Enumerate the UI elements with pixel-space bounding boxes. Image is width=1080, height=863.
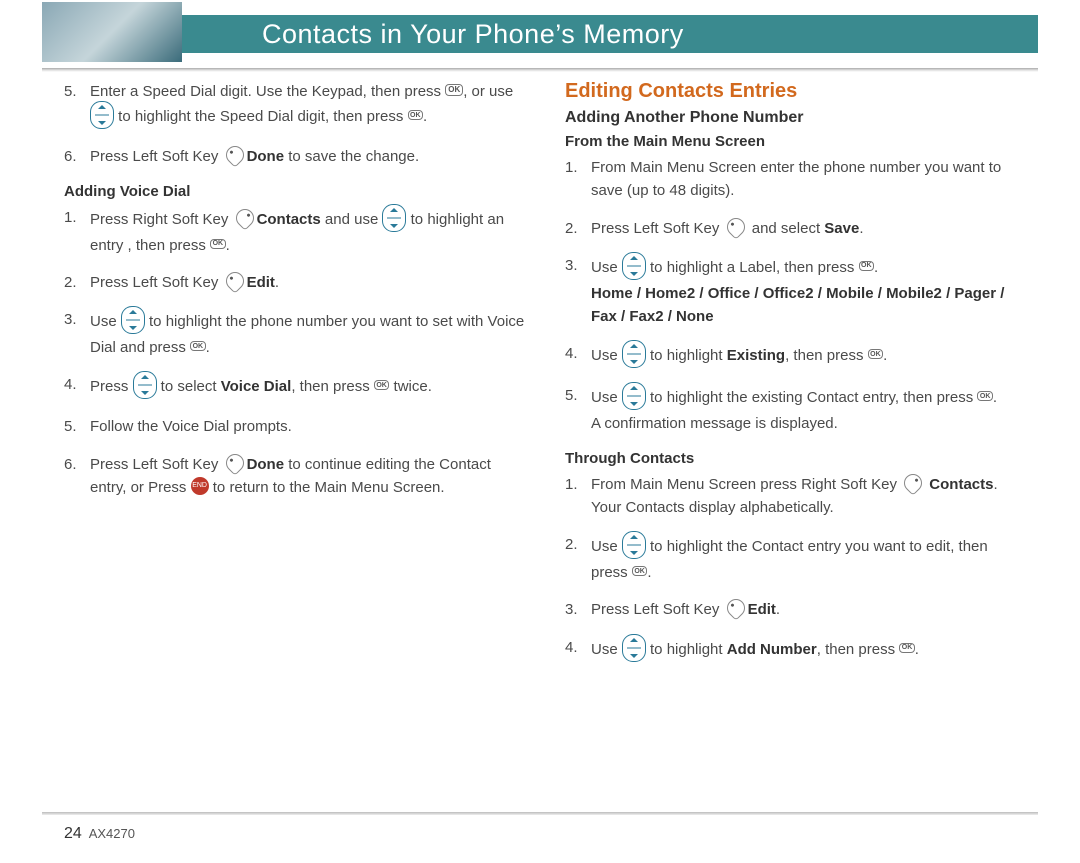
ok-icon: OK	[868, 349, 884, 359]
list-item: Use to highlight the existing Contact en…	[565, 384, 1028, 435]
from-main-steps: From Main Menu Screen enter the phone nu…	[565, 156, 1028, 436]
nav-icon	[622, 382, 646, 410]
heading-from-main: From the Main Menu Screen	[565, 133, 1028, 150]
heading-another: Adding Another Phone Number	[565, 109, 1028, 127]
ok-icon: OK	[859, 261, 875, 271]
speed-dial-steps: Enter a Speed Dial digit. Use the Keypad…	[64, 80, 527, 169]
nav-icon	[622, 340, 646, 368]
ok-icon: OK	[977, 391, 993, 401]
right-column: Editing Contacts Entries Adding Another …	[565, 80, 1028, 678]
page-title: Contacts in Your Phone’s Memory	[182, 15, 1038, 53]
left-softkey-icon	[723, 596, 748, 621]
list-item: Press to select Voice Dial, then press O…	[64, 373, 527, 401]
list-item: Press Left Soft Key Done to save the cha…	[64, 145, 527, 168]
heading-through-contacts: Through Contacts	[565, 450, 1028, 467]
list-item: From Main Menu Screen enter the phone nu…	[565, 156, 1028, 203]
nav-icon	[133, 371, 157, 399]
header-photo	[42, 2, 182, 62]
left-softkey-icon	[222, 268, 247, 293]
list-item: Use to highlight the phone number you wa…	[64, 308, 527, 359]
ok-icon: OK	[374, 380, 390, 390]
nav-icon	[622, 634, 646, 662]
heading-editing: Editing Contacts Entries	[565, 80, 1028, 103]
model-label: AX4270	[89, 826, 135, 841]
list-item: Use to highlight Add Number, then press …	[565, 636, 1028, 664]
left-softkey-icon	[222, 143, 247, 168]
left-softkey-icon	[222, 450, 247, 475]
nav-icon	[622, 531, 646, 559]
left-softkey-icon	[723, 214, 748, 239]
list-item: Press Right Soft Key Contacts and use to…	[64, 206, 527, 257]
right-softkey-icon	[232, 205, 257, 230]
list-item: Use to highlight Existing, then press OK…	[565, 342, 1028, 370]
through-contacts-steps: From Main Menu Screen press Right Soft K…	[565, 473, 1028, 664]
ok-icon: OK	[899, 643, 915, 653]
footer-rule	[42, 812, 1038, 815]
list-item: From Main Menu Screen press Right Soft K…	[565, 473, 1028, 520]
page-number: 24	[64, 825, 82, 842]
list-item: Enter a Speed Dial digit. Use the Keypad…	[64, 80, 527, 131]
list-item: Press Left Soft Key Done to continue edi…	[64, 453, 527, 500]
list-item: Use to highlight the Contact entry you w…	[565, 533, 1028, 584]
list-item: Use to highlight a Label, then press OK.…	[565, 254, 1028, 329]
ok-icon: OK	[408, 110, 424, 120]
list-item: Press Left Soft Key and select Save.	[565, 217, 1028, 240]
nav-icon	[90, 101, 114, 129]
list-item: Press Left Soft Key Edit.	[64, 271, 527, 294]
right-softkey-icon	[900, 470, 925, 495]
heading-voice-dial: Adding Voice Dial	[64, 183, 527, 200]
nav-icon	[121, 306, 145, 334]
left-column: Enter a Speed Dial digit. Use the Keypad…	[64, 80, 527, 678]
list-item: Follow the Voice Dial prompts.	[64, 415, 527, 438]
ok-icon: OK	[632, 566, 648, 576]
ok-icon: OK	[445, 84, 463, 96]
nav-icon	[382, 204, 406, 232]
list-item: Press Left Soft Key Edit.	[565, 598, 1028, 621]
voice-dial-steps: Press Right Soft Key Contacts and use to…	[64, 206, 527, 500]
end-key-icon: END	[191, 477, 209, 495]
header-bar: Contacts in Your Phone’s Memory	[42, 0, 1038, 68]
ok-icon: OK	[210, 239, 226, 249]
ok-icon: OK	[190, 341, 206, 351]
header-rule	[42, 68, 1038, 72]
nav-icon	[622, 252, 646, 280]
page-footer: 24 AX4270	[64, 825, 135, 843]
